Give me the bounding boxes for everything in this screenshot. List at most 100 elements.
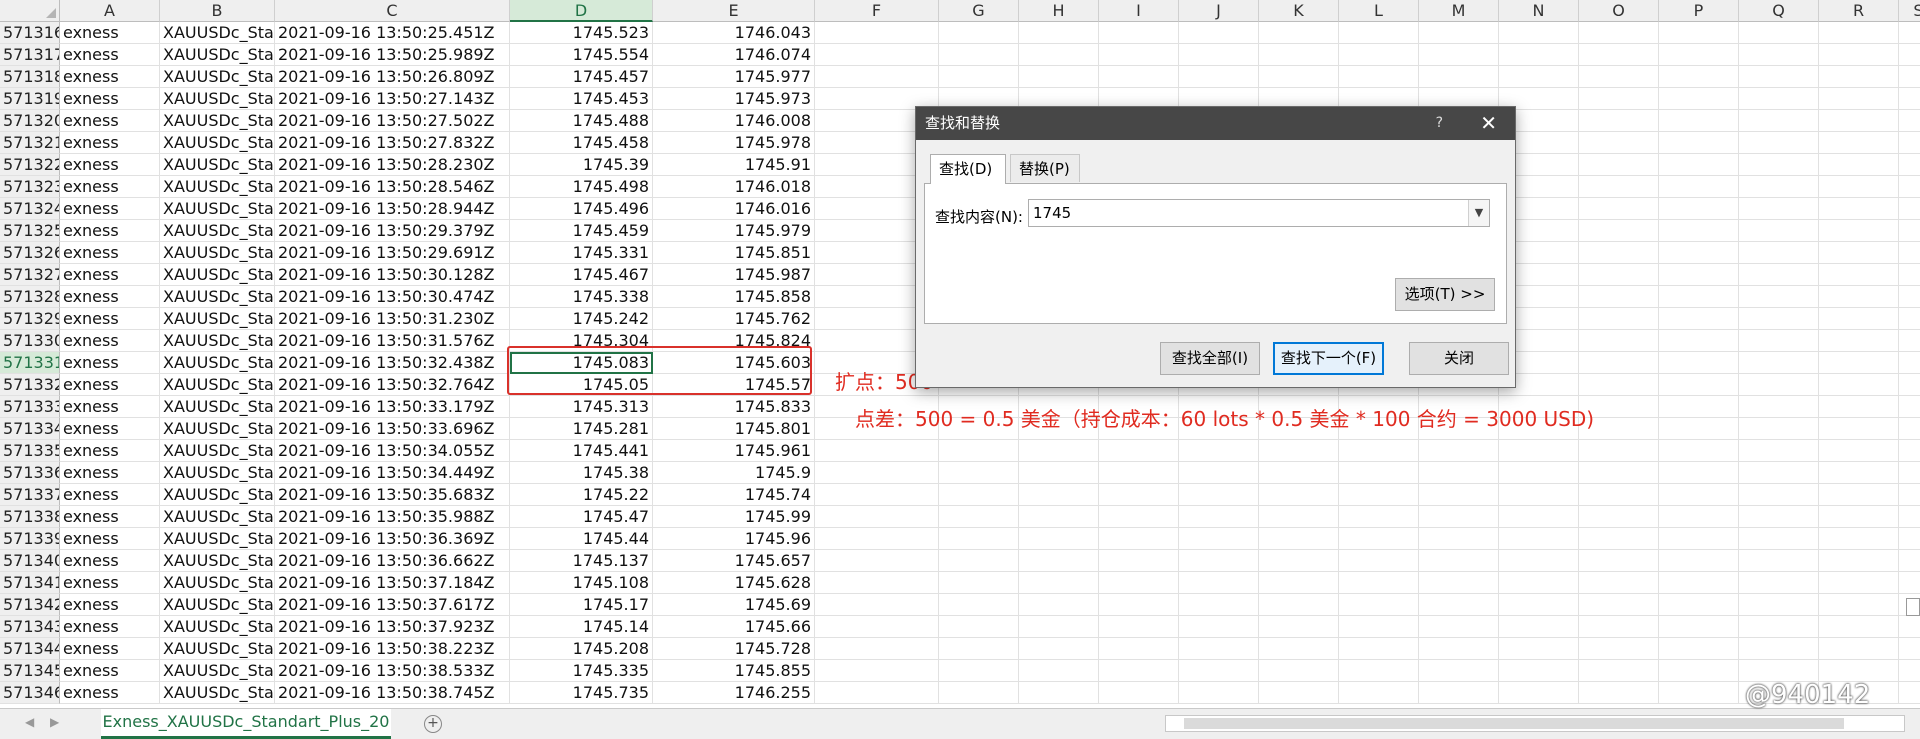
cell-empty[interactable] — [1259, 682, 1339, 704]
row-number[interactable]: 571344 — [0, 638, 60, 660]
cell-empty[interactable] — [1019, 462, 1099, 484]
cell-empty[interactable] — [1739, 286, 1819, 308]
cell-empty[interactable] — [1739, 242, 1819, 264]
row-number[interactable]: 571324 — [0, 198, 60, 220]
cell-empty[interactable] — [1899, 22, 1920, 44]
dialog-titlebar[interactable]: 查找和替换 ? ✕ — [916, 107, 1515, 140]
cell-empty[interactable] — [1499, 660, 1579, 682]
cell-empty[interactable] — [1899, 484, 1920, 506]
cell-d[interactable]: 1745.208 — [510, 638, 653, 660]
cell-empty[interactable] — [1819, 286, 1899, 308]
cell-empty[interactable] — [1659, 44, 1739, 66]
cell-empty[interactable] — [1579, 88, 1659, 110]
cell-empty[interactable] — [1739, 132, 1819, 154]
cell-a[interactable]: exness — [60, 616, 160, 638]
cell-empty[interactable] — [815, 506, 939, 528]
cell-empty[interactable] — [1899, 66, 1920, 88]
cell-empty[interactable] — [1499, 484, 1579, 506]
cell-empty[interactable] — [1659, 110, 1739, 132]
cell-empty[interactable] — [1339, 660, 1419, 682]
tab-find[interactable]: 查找(D) — [930, 154, 1006, 184]
cell-empty[interactable] — [1339, 616, 1419, 638]
cell-a[interactable]: exness — [60, 682, 160, 704]
cell-b[interactable]: XAUUSDc_Stan — [160, 220, 275, 242]
cell-empty[interactable] — [1739, 462, 1819, 484]
cell-empty[interactable] — [1659, 550, 1739, 572]
cell-empty[interactable] — [1179, 506, 1259, 528]
cell-empty[interactable] — [1179, 550, 1259, 572]
cell-empty[interactable] — [1899, 440, 1920, 462]
cell-empty[interactable] — [1739, 220, 1819, 242]
cell-empty[interactable] — [1579, 242, 1659, 264]
cell-empty[interactable] — [1739, 264, 1819, 286]
cell-empty[interactable] — [1099, 594, 1179, 616]
cell-a[interactable]: exness — [60, 286, 160, 308]
cell-empty[interactable] — [1499, 462, 1579, 484]
cell-empty[interactable] — [1259, 528, 1339, 550]
cell-empty[interactable] — [1259, 660, 1339, 682]
cell-empty[interactable] — [1019, 550, 1099, 572]
cell-e[interactable]: 1745.858 — [653, 286, 815, 308]
cell-empty[interactable] — [939, 484, 1019, 506]
cell-empty[interactable] — [939, 66, 1019, 88]
cell-b[interactable]: XAUUSDc_Stan — [160, 176, 275, 198]
cell-e[interactable]: 1745.57 — [653, 374, 815, 396]
cell-e[interactable]: 1746.074 — [653, 44, 815, 66]
cell-empty[interactable] — [1419, 484, 1499, 506]
cell-empty[interactable] — [1579, 44, 1659, 66]
horizontal-scroll-thumb[interactable] — [1184, 718, 1844, 729]
cell-d[interactable]: 1745.304 — [510, 330, 653, 352]
cell-empty[interactable] — [1899, 682, 1920, 704]
cell-empty[interactable] — [1819, 572, 1899, 594]
cell-empty[interactable] — [1499, 506, 1579, 528]
close-button[interactable]: 关闭 — [1409, 342, 1509, 375]
cell-empty[interactable] — [1179, 682, 1259, 704]
cell-a[interactable]: exness — [60, 462, 160, 484]
cell-empty[interactable] — [1819, 440, 1899, 462]
row-number[interactable]: 571333 — [0, 396, 60, 418]
column-header-n[interactable]: N — [1499, 0, 1579, 22]
cell-c[interactable]: 2021-09-16 13:50:30.128Z — [275, 264, 510, 286]
cell-empty[interactable] — [1579, 110, 1659, 132]
cell-empty[interactable] — [1579, 374, 1659, 396]
cell-empty[interactable] — [1019, 594, 1099, 616]
cell-empty[interactable] — [1899, 660, 1920, 682]
row-number[interactable]: 571331 — [0, 352, 60, 374]
cell-empty[interactable] — [1259, 44, 1339, 66]
cell-empty[interactable] — [1019, 484, 1099, 506]
cell-c[interactable]: 2021-09-16 13:50:25.989Z — [275, 44, 510, 66]
cell-e[interactable]: 1745.961 — [653, 440, 815, 462]
cell-empty[interactable] — [1899, 374, 1920, 396]
cell-d[interactable]: 1745.17 — [510, 594, 653, 616]
vertical-scroll-thumb[interactable] — [1906, 598, 1920, 616]
cell-e[interactable]: 1745.851 — [653, 242, 815, 264]
cell-d[interactable]: 1745.313 — [510, 396, 653, 418]
cell-e[interactable]: 1745.979 — [653, 220, 815, 242]
cell-empty[interactable] — [1579, 330, 1659, 352]
row-number[interactable]: 571342 — [0, 594, 60, 616]
column-header-k[interactable]: K — [1259, 0, 1339, 22]
cell-empty[interactable] — [1899, 286, 1920, 308]
cell-a[interactable]: exness — [60, 506, 160, 528]
cell-a[interactable]: exness — [60, 308, 160, 330]
cell-empty[interactable] — [1259, 638, 1339, 660]
cell-e[interactable]: 1746.043 — [653, 22, 815, 44]
cell-c[interactable]: 2021-09-16 13:50:38.223Z — [275, 638, 510, 660]
cell-empty[interactable] — [1339, 462, 1419, 484]
cell-d[interactable]: 1745.459 — [510, 220, 653, 242]
cell-empty[interactable] — [1739, 176, 1819, 198]
cell-empty[interactable] — [1099, 572, 1179, 594]
cell-empty[interactable] — [1819, 616, 1899, 638]
row-number[interactable]: 571345 — [0, 660, 60, 682]
row-number[interactable]: 571316 — [0, 22, 60, 44]
cell-empty[interactable] — [1419, 528, 1499, 550]
row-number[interactable]: 571326 — [0, 242, 60, 264]
cell-empty[interactable] — [1739, 198, 1819, 220]
cell-empty[interactable] — [1019, 660, 1099, 682]
cell-b[interactable]: XAUUSDc_Stan — [160, 660, 275, 682]
cell-empty[interactable] — [1579, 594, 1659, 616]
cell-e[interactable]: 1746.018 — [653, 176, 815, 198]
cell-empty[interactable] — [1659, 440, 1739, 462]
cell-d[interactable]: 1745.281 — [510, 418, 653, 440]
row-number[interactable]: 571320 — [0, 110, 60, 132]
